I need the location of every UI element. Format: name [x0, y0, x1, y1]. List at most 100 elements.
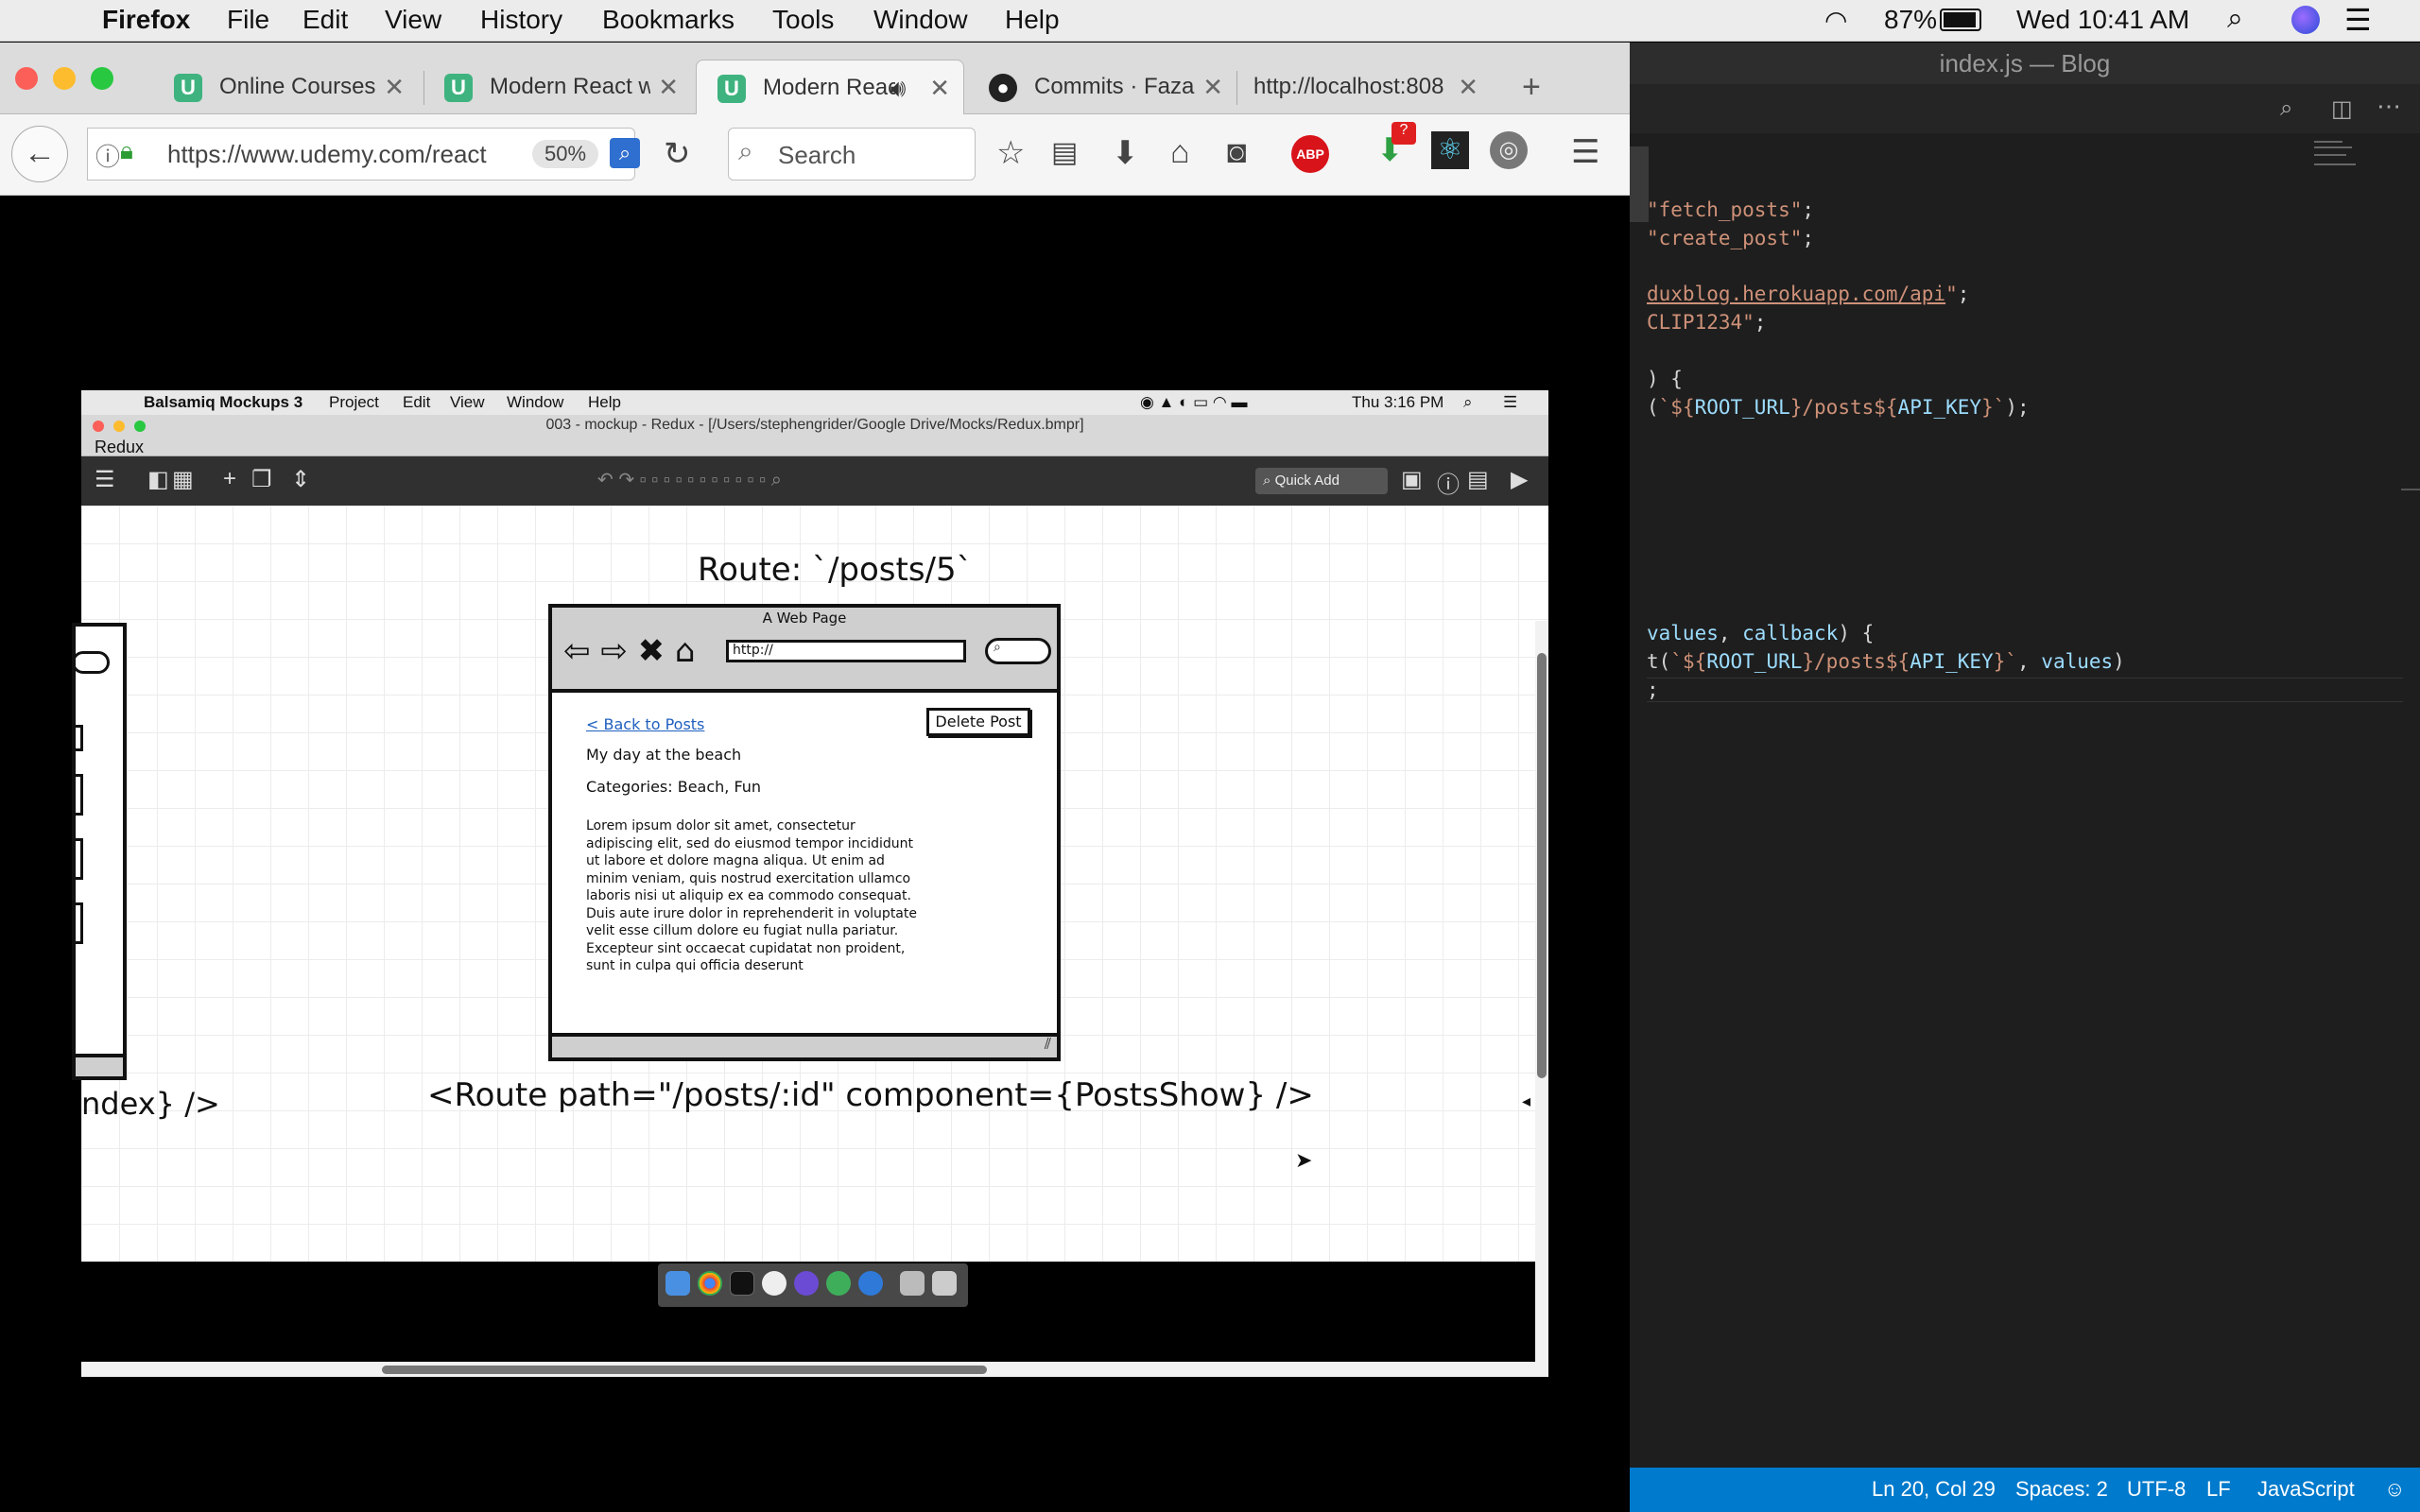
app-icon: [826, 1271, 851, 1296]
feedback-smiley-icon[interactable]: ☺: [2384, 1477, 2405, 1502]
minimize-window-button[interactable]: [53, 67, 76, 90]
tab-label: Modern React w: [490, 74, 650, 99]
code-line: duxblog.herokuapp.com/api";: [1647, 283, 1970, 305]
post-title: My day at the beach: [586, 746, 742, 764]
close-tab-icon[interactable]: ✕: [658, 60, 679, 114]
tab-online-courses[interactable]: U Online Courses - ✕: [153, 60, 418, 114]
close-window-button[interactable]: [15, 67, 38, 90]
downloads-stack-icon: [900, 1271, 925, 1296]
wifi-icon[interactable]: ◠: [1824, 5, 1847, 36]
hamburger-menu-icon[interactable]: ☰: [1571, 133, 1599, 171]
new-tab-button[interactable]: +: [1522, 69, 1541, 106]
mouse-cursor-icon: ➤: [1295, 1148, 1313, 1172]
status-language[interactable]: JavaScript: [2257, 1477, 2355, 1502]
status-indent[interactable]: Spaces: 2: [2015, 1477, 2108, 1502]
battery-percent: 87%: [1884, 5, 1938, 34]
github-favicon-icon: ●: [989, 74, 1017, 102]
reading-list-icon[interactable]: ▤: [1051, 134, 1078, 172]
status-eol[interactable]: LF: [2206, 1477, 2231, 1502]
info-icon[interactable]: ⓘ: [95, 138, 120, 173]
pocket-icon[interactable]: ◙: [1227, 133, 1247, 171]
code-line: values, callback) {: [1647, 622, 1875, 644]
close-tab-icon[interactable]: ✕: [384, 60, 405, 114]
menu-tools[interactable]: Tools: [772, 5, 834, 35]
horizontal-scrollbar: [81, 1362, 1535, 1377]
status-icons: ◉ ▲ ◐ ▭ ◠ ▬: [1140, 393, 1248, 411]
zoom-level[interactable]: 50%: [532, 140, 598, 168]
bookmark-star-icon[interactable]: ☆: [996, 134, 1025, 172]
search-bar[interactable]: ⌕ Search: [728, 128, 976, 180]
tab-label: Online Courses -: [219, 74, 380, 99]
menu-help: Help: [588, 393, 621, 411]
course-video[interactable]: Balsamiq Mockups 3 Project Edit View Win…: [72, 390, 1548, 1377]
code-line-current[interactable]: ;: [1647, 678, 2403, 702]
udemy-favicon-icon: U: [174, 74, 202, 102]
downloads-icon[interactable]: ⬇: [1112, 134, 1139, 172]
speaker-icon[interactable]: 🔊︎: [890, 60, 906, 114]
menu-project: Project: [329, 393, 379, 411]
menu-help[interactable]: Help: [1005, 5, 1060, 35]
tab-modern-react-active[interactable]: U Modern Reac 🔊︎ ✕: [696, 60, 964, 114]
reload-icon[interactable]: ↻: [664, 135, 691, 173]
url-bar[interactable]: ⓘ 🔒︎ https://www.udemy.com/react 50% ⌕: [87, 128, 640, 180]
search-icon: ⌕: [738, 136, 753, 165]
siri-icon[interactable]: [2291, 6, 2320, 34]
spotlight-icon[interactable]: ⌕: [2227, 3, 2243, 35]
tab-strip: U Online Courses - ✕ U Modern React w ✕ …: [0, 43, 1630, 114]
quick-add-field: ⌕ Quick Add: [1255, 468, 1388, 494]
webpage-mockup: A Web Page ⇦ ⇨ ✖ ⌂ http:// ⌕ < Back to P…: [548, 604, 1061, 1061]
menu-window: Window: [507, 393, 564, 411]
partial-mockup: [72, 623, 127, 1080]
app-icon: [794, 1271, 819, 1296]
notification-badge: ?: [1392, 122, 1416, 145]
more-actions-icon[interactable]: ⋯: [2377, 92, 2401, 121]
mock-browser-bar: A Web Page ⇦ ⇨ ✖ ⌂ http:// ⌕: [552, 608, 1057, 693]
open-preview-icon[interactable]: ⌕: [2280, 95, 2292, 122]
extension-film-icon[interactable]: ◎: [1490, 131, 1528, 169]
split-editor-icon[interactable]: ◫: [2331, 95, 2353, 123]
tab-modern-react-1[interactable]: U Modern React w ✕: [424, 60, 692, 114]
status-encoding[interactable]: UTF-8: [2127, 1477, 2186, 1502]
udemy-favicon-icon: U: [444, 74, 473, 102]
close-tab-icon[interactable]: ✕: [929, 60, 950, 114]
vertical-scrollbar: [1535, 621, 1548, 1377]
adblock-icon[interactable]: ABP: [1291, 135, 1329, 173]
menu-edit: Edit: [403, 393, 431, 411]
status-position[interactable]: Ln 20, Col 29: [1872, 1477, 1996, 1502]
mock-url-field: http://: [726, 640, 966, 662]
menu-window[interactable]: Window: [873, 5, 968, 35]
home-icon[interactable]: ⌂: [1170, 133, 1190, 171]
menu-view[interactable]: View: [385, 5, 441, 35]
tab-localhost[interactable]: http://localhost:808 ✕: [1236, 60, 1492, 114]
react-devtools-icon[interactable]: ⚛: [1431, 131, 1469, 169]
menu-bookmarks[interactable]: Bookmarks: [602, 5, 735, 35]
vscode-window: index.js — Blog ⌕ ◫ ⋯ "fetch_posts"; "cr…: [1630, 43, 2420, 1512]
delete-post-button: Delete Post: [926, 708, 1030, 736]
menu-app-name[interactable]: Firefox: [102, 5, 190, 35]
notification-center-icon[interactable]: ☰: [2344, 2, 2372, 38]
add-icon: +: [223, 466, 237, 491]
minimap[interactable]: [2314, 137, 2371, 175]
url-text[interactable]: https://www.udemy.com/react: [167, 140, 489, 169]
vscode-title: index.js — Blog: [1630, 43, 2420, 84]
resize-grip-icon: ⫽: [1044, 1037, 1051, 1053]
menu-edit[interactable]: Edit: [302, 5, 348, 35]
menubar-clock[interactable]: Wed 10:41 AM: [2016, 5, 2189, 35]
menu-file[interactable]: File: [227, 5, 269, 35]
code-line: (`${ROOT_URL}/posts${API_KEY}`);: [1647, 396, 2030, 419]
zoom-window-button[interactable]: [91, 67, 113, 90]
spotlight-icon: ⌕: [1463, 393, 1473, 411]
battery-icon[interactable]: [1940, 9, 1981, 31]
back-button[interactable]: ←: [11, 126, 68, 182]
sort-icon: ⇕: [291, 467, 311, 492]
balsamiq-titlebar: 003 - mockup - Redux - [/Users/stephengr…: [81, 415, 1548, 456]
close-tab-icon[interactable]: ✕: [1202, 60, 1223, 114]
partial-route-code-label: ndex} />: [81, 1086, 220, 1122]
finder-icon: [666, 1271, 690, 1296]
tab-commits[interactable]: ● Commits · FazaC ✕: [968, 60, 1236, 114]
extension-search-icon[interactable]: ⌕: [610, 138, 640, 168]
balsamiq-mac-menubar: Balsamiq Mockups 3 Project Edit View Win…: [81, 390, 1548, 415]
list-icon: ☰: [1503, 393, 1518, 411]
close-tab-icon[interactable]: ✕: [1458, 60, 1478, 114]
menu-history[interactable]: History: [480, 5, 562, 35]
